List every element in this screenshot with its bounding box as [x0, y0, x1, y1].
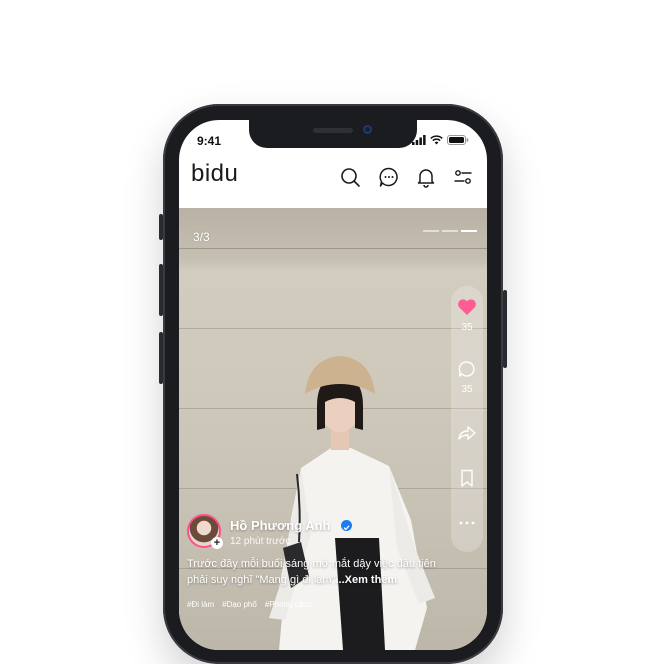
image-progress — [423, 230, 477, 232]
bookmark-icon[interactable] — [457, 468, 477, 488]
share-icon[interactable] — [457, 424, 477, 442]
hashtag[interactable]: #Đi làm — [187, 600, 214, 609]
like-action[interactable]: 35 — [451, 298, 483, 333]
speaker — [313, 128, 353, 133]
author-name[interactable]: Hồ Phương Anh — [230, 518, 331, 533]
model-photo — [269, 356, 435, 650]
battery-icon — [447, 135, 469, 145]
heart-icon[interactable] — [457, 298, 477, 316]
more-action[interactable] — [451, 514, 483, 532]
share-action[interactable] — [451, 424, 483, 447]
see-more-link[interactable]: ...Xem thêm — [335, 574, 397, 586]
bookmark-action[interactable] — [451, 468, 483, 493]
comment-count: 35 — [461, 384, 473, 395]
chat-icon[interactable] — [378, 166, 400, 188]
caption-text: Trước đây mỗi buổi sáng mở mắt dậy việc … — [187, 558, 436, 586]
hashtag[interactable]: #Dạo phố — [222, 600, 257, 609]
wifi-icon — [430, 135, 443, 145]
app-header: bidu — [179, 160, 487, 206]
more-dots-icon[interactable] — [457, 519, 477, 527]
follow-plus-icon[interactable]: + — [211, 537, 223, 549]
progress-segment — [442, 230, 458, 232]
status-icons — [412, 135, 469, 145]
mute-switch — [159, 214, 163, 240]
comment-icon[interactable] — [457, 360, 477, 378]
image-counter: 3/3 — [193, 230, 210, 244]
notch — [249, 120, 417, 148]
progress-segment-active — [461, 230, 477, 232]
cellular-signal-icon — [412, 135, 426, 145]
hashtags: #Đi làm #Dạo phố #Phong cách — [187, 600, 312, 609]
author-avatar-wrap[interactable]: + — [187, 514, 223, 549]
search-icon[interactable] — [339, 166, 361, 188]
phone-screen: 9:41 bidu 3/3 35 35 + Hồ Phương Anh 12 p… — [179, 120, 487, 650]
hashtag[interactable]: #Phong cách — [265, 600, 312, 609]
post-media[interactable]: 3/3 35 35 + Hồ Phương Anh 12 phút trước … — [179, 208, 487, 650]
wall-line — [179, 248, 487, 249]
post-time: 12 phút trước — [230, 536, 291, 547]
bidu-logo: bidu — [191, 160, 239, 187]
bell-icon[interactable] — [415, 166, 437, 188]
status-time: 9:41 — [197, 134, 222, 148]
progress-segment — [423, 230, 439, 232]
like-count: 35 — [461, 322, 473, 333]
verified-icon — [341, 520, 352, 531]
action-rail: 35 35 — [451, 286, 483, 552]
power-button — [503, 290, 507, 368]
volume-up-button — [159, 264, 163, 316]
volume-down-button — [159, 332, 163, 384]
comment-action[interactable]: 35 — [451, 360, 483, 395]
post-caption: Trước đây mỗi buổi sáng mở mắt dậy việc … — [187, 556, 455, 588]
front-camera — [363, 125, 372, 134]
filter-icon[interactable] — [452, 166, 474, 188]
